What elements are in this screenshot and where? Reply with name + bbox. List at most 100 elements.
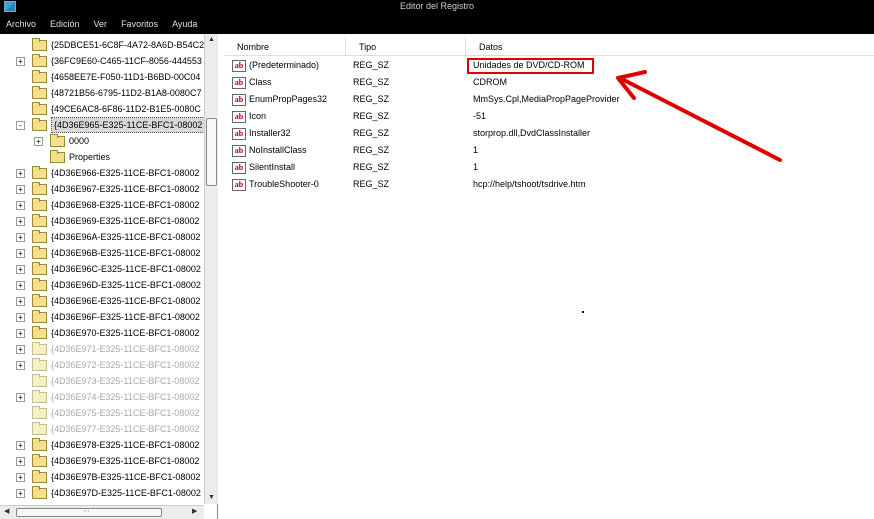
tree-node[interactable]: + {4D36E97B-E325-11CE-BFC1-08002 (0, 469, 205, 485)
value-data: 1 (473, 162, 479, 172)
tree-node[interactable]: + {4D36E96A-E325-11CE-BFC1-08002 (0, 229, 205, 245)
tree-node[interactable]: + {4D36E970-E325-11CE-BFC1-08002 (0, 325, 205, 341)
tree-node-label: 0000 (69, 136, 90, 146)
expand-icon[interactable]: + (16, 473, 25, 482)
tree-node[interactable]: {4D36E977-E325-11CE-BFC1-08002 (0, 421, 205, 437)
column-tipo[interactable]: Tipo (346, 38, 466, 56)
folder-icon (32, 214, 47, 227)
string-value-icon: ab (232, 128, 246, 140)
tree-node[interactable]: + {4D36E96B-E325-11CE-BFC1-08002 (0, 245, 205, 261)
menu-ayuda[interactable]: Ayuda (172, 19, 197, 29)
expand-icon[interactable]: + (16, 169, 25, 178)
expand-icon[interactable]: + (16, 457, 25, 466)
tree-node[interactable]: - {4D36E965-E325-11CE-BFC1-08002 (0, 117, 206, 133)
folder-icon (32, 198, 47, 211)
scroll-left-icon[interactable]: ◀ (4, 507, 9, 515)
expand-icon[interactable]: + (16, 361, 25, 370)
value-data: CDROM (473, 77, 507, 87)
expand-icon[interactable]: + (16, 265, 25, 274)
menu-edicion[interactable]: Edición (50, 19, 80, 29)
folder-icon (32, 454, 47, 467)
tree-node[interactable]: + {4D36E968-E325-11CE-BFC1-08002 (0, 197, 205, 213)
tree-node[interactable]: {48721B56-6795-11D2-B1A8-0080C7 (0, 85, 205, 101)
tree-node[interactable]: + {4D36E974-E325-11CE-BFC1-08002 (0, 389, 205, 405)
scroll-down-icon[interactable]: ▼ (205, 492, 218, 504)
tree-node-label: {4D36E973-E325-11CE-BFC1-08002 (51, 376, 200, 386)
tree-node[interactable]: + {4D36E97D-E325-11CE-BFC1-08002 (0, 485, 205, 501)
value-type: REG_SZ (353, 128, 390, 138)
value-data: 1 (473, 145, 479, 155)
tree-node[interactable]: +0000 (0, 133, 205, 149)
tree-node[interactable]: + {4D36E966-E325-11CE-BFC1-08002 (0, 165, 205, 181)
scroll-right-icon[interactable]: ▶ (192, 507, 197, 515)
column-nombre[interactable]: Nombre (224, 38, 346, 56)
column-datos[interactable]: Datos (466, 38, 874, 56)
hscroll-thumb[interactable]: ⋯ (16, 508, 162, 517)
tree-node[interactable]: {4D36E975-E325-11CE-BFC1-08002 (0, 405, 205, 421)
tree-node[interactable]: + {4D36E978-E325-11CE-BFC1-08002 (0, 437, 205, 453)
tree-node[interactable]: + {4D36E979-E325-11CE-BFC1-08002 (0, 453, 205, 469)
tree-node[interactable]: + {4D36E96D-E325-11CE-BFC1-08002 (0, 277, 205, 293)
menu-favoritos[interactable]: Favoritos (121, 19, 158, 29)
tree-node-label: Properties (69, 152, 111, 162)
tree-node[interactable]: {49CE6AC8-6F86-11D2-B1E5-0080C (0, 101, 205, 117)
value-data: hcp://help/tshoot/tsdrive.htm (473, 179, 586, 189)
folder-icon (32, 374, 47, 387)
expand-icon[interactable]: + (16, 393, 25, 402)
scroll-thumb[interactable] (206, 118, 217, 186)
value-name: Installer32 (249, 128, 291, 138)
value-row[interactable]: ab TroubleShooter-0 REG_SZ hcp://help/tshoo… (224, 176, 874, 193)
tree-node[interactable]: {4D36E973-E325-11CE-BFC1-08002 (0, 373, 205, 389)
tree-node-label: {4D36E975-E325-11CE-BFC1-08002 (51, 408, 200, 418)
expand-icon[interactable]: + (16, 297, 25, 306)
expand-icon[interactable]: + (16, 57, 25, 66)
folder-icon (32, 118, 47, 131)
string-value-icon: ab (232, 60, 246, 72)
folder-icon (32, 278, 47, 291)
expand-icon[interactable]: + (16, 345, 25, 354)
tree-node[interactable]: + {4D36E971-E325-11CE-BFC1-08002 (0, 341, 205, 357)
arrow-shaft (618, 76, 782, 162)
collapse-icon[interactable]: - (16, 121, 25, 130)
value-type: REG_SZ (353, 111, 390, 121)
tree-node[interactable]: + {4D36E972-E325-11CE-BFC1-08002 (0, 357, 205, 373)
tree-node[interactable]: + {4D36E96F-E325-11CE-BFC1-08002 (0, 309, 205, 325)
value-type: REG_SZ (353, 145, 390, 155)
tree-node[interactable]: {25DBCE51-6C8F-4A72-8A6D-B54C2 (0, 37, 205, 53)
folder-icon (50, 134, 65, 147)
expand-icon[interactable]: + (16, 489, 25, 498)
menu-archivo[interactable]: Archivo (6, 19, 36, 29)
expand-icon[interactable]: + (16, 313, 25, 322)
tree-node[interactable]: {4658EE7E-F050-11D1-B6BD-00C04 (0, 69, 205, 85)
folder-icon (32, 86, 47, 99)
tree-node-label: {4D36E978-E325-11CE-BFC1-08002 (51, 440, 200, 450)
scroll-up-icon[interactable]: ▲ (205, 34, 218, 46)
expand-icon[interactable]: + (34, 137, 43, 146)
expand-icon[interactable]: + (16, 201, 25, 210)
tree-node-label: {4D36E965-E325-11CE-BFC1-08002 (51, 117, 206, 133)
tree-horizontal-scrollbar[interactable]: ◀ ⋯ ▶ (0, 505, 204, 519)
folder-icon (32, 438, 47, 451)
menu-ver[interactable]: Ver (94, 19, 108, 29)
tree-node[interactable]: + {4D36E967-E325-11CE-BFC1-08002 (0, 181, 205, 197)
tree-vertical-scrollbar[interactable]: ▲ ▼ (204, 34, 218, 504)
value-type: REG_SZ (353, 77, 390, 87)
expand-icon[interactable]: + (16, 185, 25, 194)
tree-node[interactable]: + {4D36E969-E325-11CE-BFC1-08002 (0, 213, 205, 229)
tree-node[interactable]: + {36FC9E60-C465-11CF-8056-444553 (0, 53, 205, 69)
tree-node[interactable]: + {4D36E96E-E325-11CE-BFC1-08002 (0, 293, 205, 309)
tree-node-label: {49CE6AC8-6F86-11D2-B1E5-0080C (51, 104, 201, 114)
expand-icon[interactable]: + (16, 249, 25, 258)
expand-icon[interactable]: + (16, 281, 25, 290)
folder-icon (50, 150, 65, 163)
tree-node-label: {4D36E96C-E325-11CE-BFC1-08002 (51, 264, 201, 274)
expand-icon[interactable]: + (16, 329, 25, 338)
tree-node[interactable]: Properties (0, 149, 205, 165)
expand-icon[interactable]: + (16, 217, 25, 226)
tree-node-label: {4D36E970-E325-11CE-BFC1-08002 (51, 328, 200, 338)
tree-node[interactable]: + {4D36E96C-E325-11CE-BFC1-08002 (0, 261, 205, 277)
tree-node-label: {4D36E977-E325-11CE-BFC1-08002 (51, 424, 200, 434)
expand-icon[interactable]: + (16, 441, 25, 450)
expand-icon[interactable]: + (16, 233, 25, 242)
value-name: Class (249, 77, 272, 87)
